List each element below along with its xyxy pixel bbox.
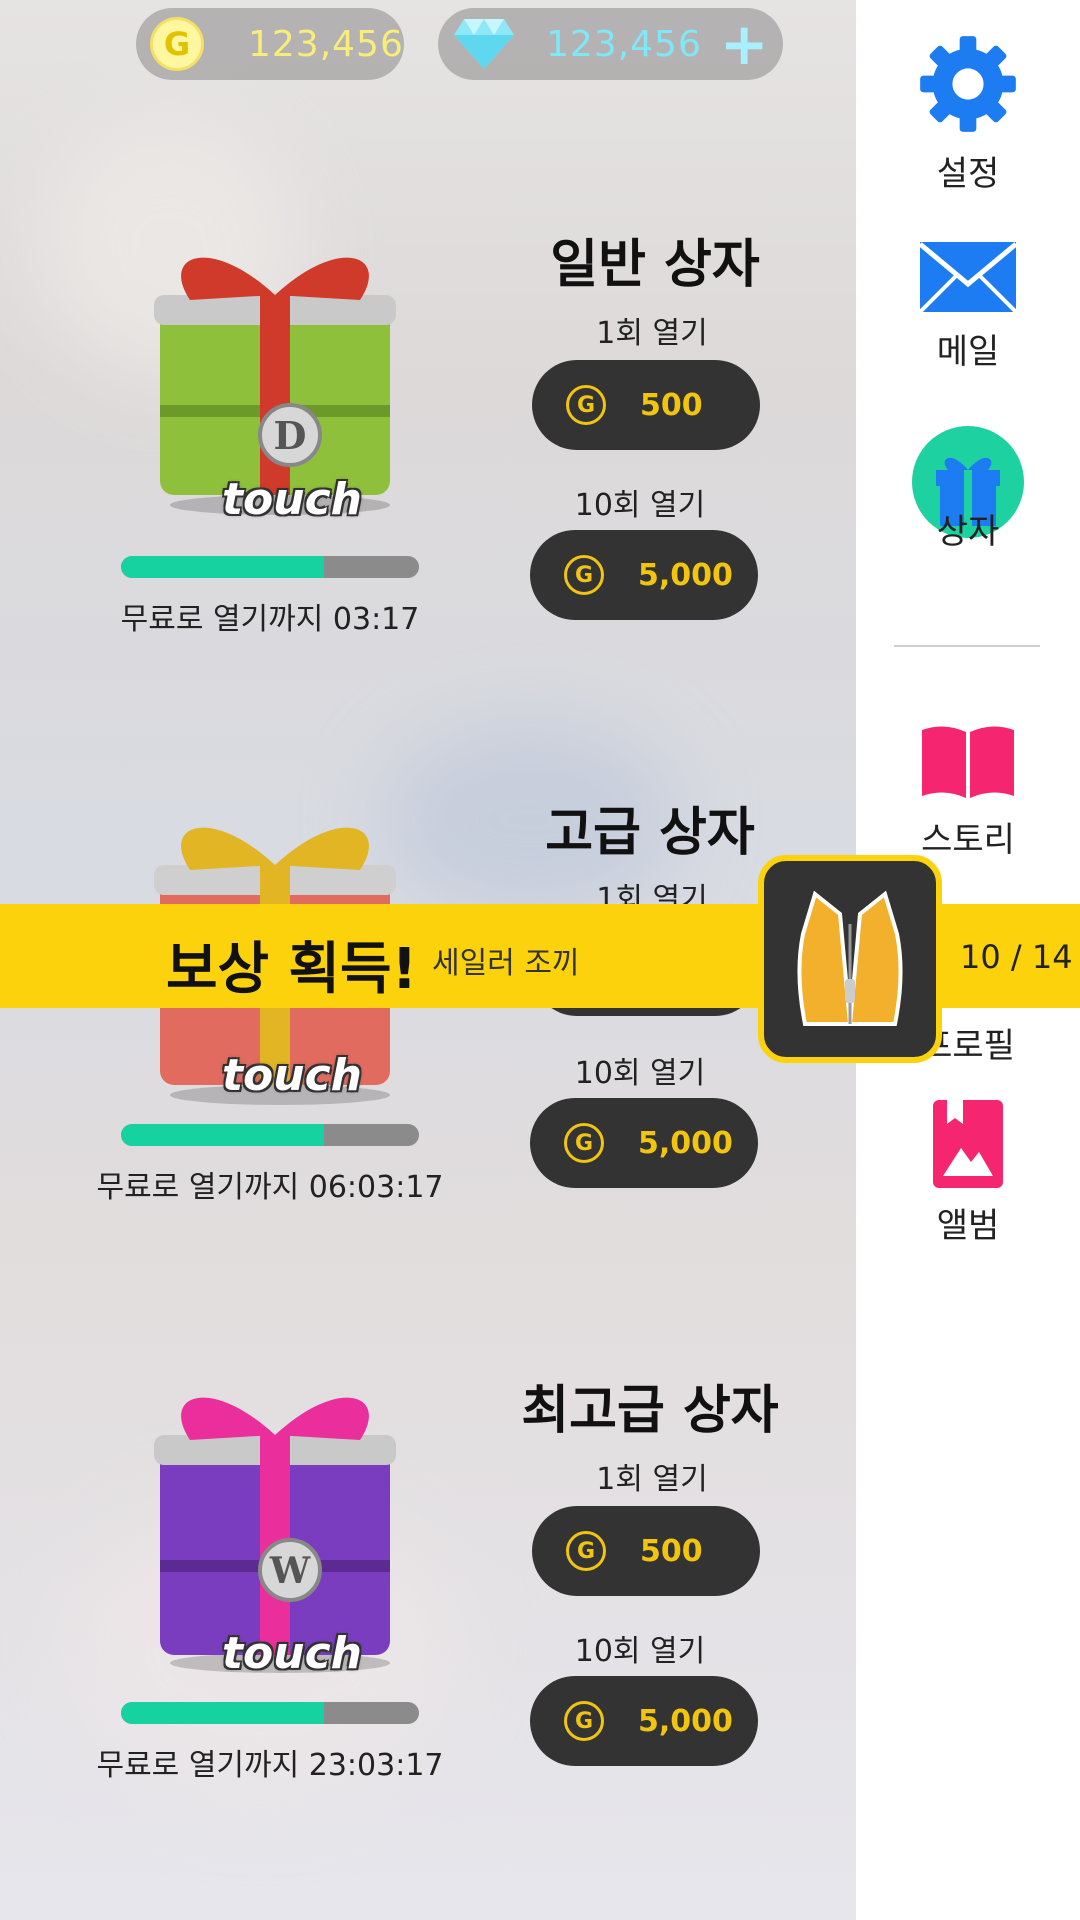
progress-fill — [121, 556, 324, 578]
gold-coin-icon: G — [150, 17, 204, 71]
gift-box-icon: D — [154, 257, 396, 515]
gold-coin-icon: G — [566, 385, 606, 425]
diamond-icon — [454, 19, 514, 69]
gear-icon — [920, 36, 1016, 132]
gold-coin-icon: G — [564, 555, 604, 595]
free-open-progress — [121, 556, 419, 578]
ten-open-label: 10회 열기 — [574, 488, 706, 523]
price-value: 500 — [640, 387, 703, 423]
free-open-timer: 무료로 열기까지 06:03:17 — [96, 1170, 444, 1205]
free-open-progress — [121, 1702, 419, 1724]
gold-value: 123,456 — [248, 23, 404, 65]
free-open-progress — [121, 1124, 419, 1146]
reward-item-thumbnail[interactable] — [758, 855, 942, 1063]
gold-counter: G 123,456 — [136, 8, 404, 80]
reward-item-name: 세일러 조끼 — [432, 946, 580, 981]
price-value: 5,000 — [638, 1125, 733, 1161]
gold-coin-icon: G — [564, 1123, 604, 1163]
add-gems-button[interactable]: + — [720, 15, 769, 73]
sidebar-item-label: 앨범 — [936, 1206, 1000, 1246]
book-icon — [922, 726, 1014, 798]
reward-count: 10 / 14 — [960, 938, 1073, 976]
single-open-label: 1회 열기 — [596, 316, 708, 351]
box-title: 일반 상자 — [550, 235, 760, 295]
reward-title: 보상 획득! — [166, 937, 418, 1002]
box-touch-label: touch — [222, 1628, 362, 1679]
progress-fill — [121, 1124, 324, 1146]
single-open-button[interactable]: G 500 — [532, 1506, 760, 1596]
svg-text:D: D — [274, 413, 307, 458]
single-open-button[interactable]: G 500 — [532, 360, 760, 450]
price-value: 5,000 — [638, 557, 733, 593]
gold-coin-icon: G — [566, 1531, 606, 1571]
sidebar-item-label: 메일 — [936, 332, 1000, 372]
sidebar-item-label: 설정 — [936, 154, 1000, 194]
svg-text:W: W — [269, 1550, 311, 1592]
price-value: 500 — [640, 1533, 703, 1569]
gem-counter: 123,456 + — [438, 8, 783, 80]
ten-open-button[interactable]: G 5,000 — [530, 1098, 758, 1188]
sidebar-item-box[interactable]: 상자 — [856, 424, 1080, 553]
gift-box-icon: W — [154, 1397, 396, 1673]
progress-fill — [121, 1702, 324, 1724]
box-standard-image[interactable]: D — [150, 215, 400, 515]
free-open-timer: 무료로 열기까지 03:17 — [120, 602, 420, 637]
gold-coin-icon: G — [564, 1701, 604, 1741]
mail-icon — [918, 242, 1018, 314]
box-title: 최고급 상자 — [521, 1381, 779, 1441]
box-touch-label: touch — [222, 1050, 362, 1101]
ten-open-label: 10회 열기 — [574, 1634, 706, 1669]
price-value: 5,000 — [638, 1703, 733, 1739]
sidebar-item-label: 상자 — [936, 512, 1000, 552]
box-title: 고급 상자 — [545, 803, 755, 863]
single-open-label: 1회 열기 — [596, 1462, 708, 1497]
ten-open-button[interactable]: G 5,000 — [530, 1676, 758, 1766]
box-touch-label: touch — [222, 474, 362, 525]
ten-open-button[interactable]: G 5,000 — [530, 530, 758, 620]
gem-value: 123,456 — [546, 23, 702, 65]
sidebar-divider — [894, 645, 1040, 647]
ten-open-label: 10회 열기 — [574, 1056, 706, 1091]
sidebar-item-album[interactable]: 앨범 — [856, 1100, 1080, 1247]
sidebar-item-settings[interactable]: 설정 — [856, 32, 1080, 195]
sidebar-item-label: 스토리 — [921, 820, 1015, 860]
box-elite-image[interactable]: W — [150, 1345, 400, 1673]
sidebar-item-mail[interactable]: 메일 — [856, 240, 1080, 373]
sidebar-item-story[interactable]: 스토리 — [856, 722, 1080, 861]
vest-icon — [797, 890, 903, 1026]
album-icon — [933, 1100, 1003, 1188]
free-open-timer: 무료로 열기까지 23:03:17 — [96, 1748, 444, 1783]
